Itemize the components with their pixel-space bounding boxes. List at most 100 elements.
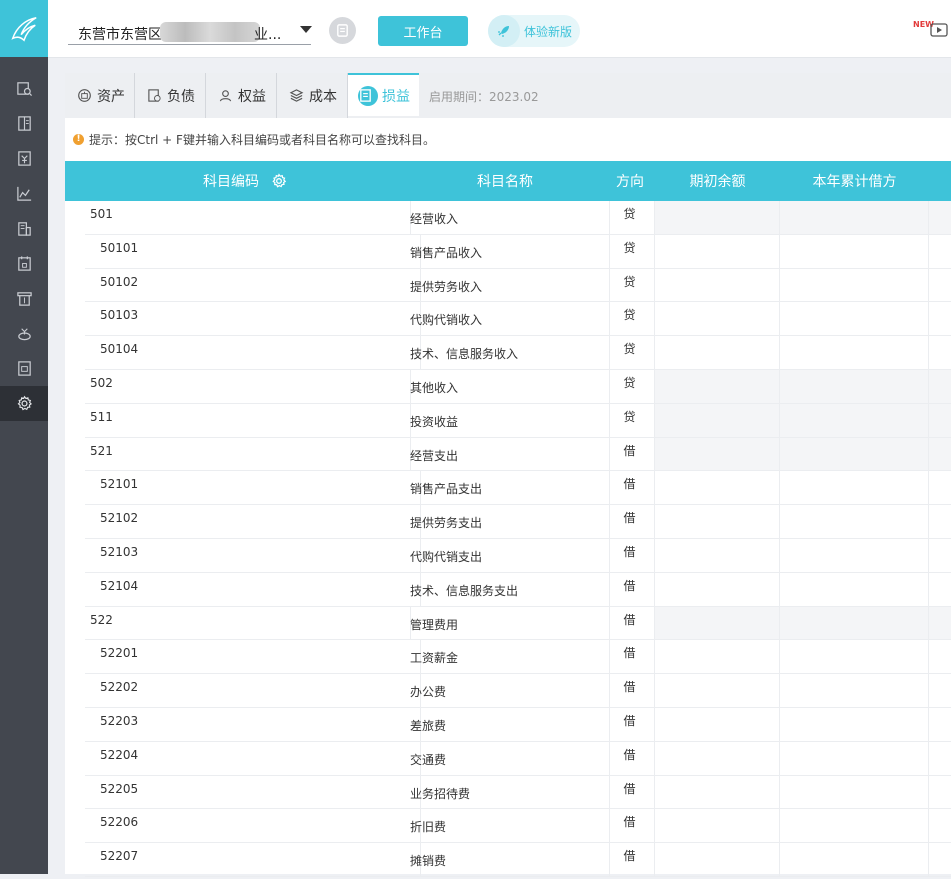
table-row[interactable]: 50103 代购代销收入贷	[85, 302, 951, 337]
ytd-debit-cell[interactable]	[780, 572, 929, 606]
video-tutorial-button[interactable]: NEW	[913, 20, 949, 40]
table-row[interactable]: 521 经营支出借	[85, 437, 951, 472]
ytd-debit-cell[interactable]	[780, 268, 929, 302]
ytd-credit-cell[interactable]	[929, 471, 951, 504]
ytd-credit-cell[interactable]	[929, 776, 951, 809]
sidebar-item-settings[interactable]	[0, 386, 48, 421]
tab-liability[interactable]: 负债	[135, 73, 206, 118]
ytd-credit-cell[interactable]	[929, 843, 951, 876]
ytd-debit-cell[interactable]	[780, 843, 929, 876]
opening-balance-cell[interactable]	[655, 302, 780, 336]
ytd-debit-cell[interactable]	[780, 809, 929, 843]
ytd-credit-cell[interactable]	[929, 269, 951, 302]
table-row[interactable]: 52102 提供劳务支出借	[85, 505, 951, 539]
opening-balance-cell[interactable]	[655, 268, 780, 302]
table-row[interactable]: 52103 代购代销支出借	[85, 538, 951, 573]
table-row[interactable]: 52206 折旧费借	[85, 809, 951, 844]
tab-asset[interactable]: 资产	[65, 73, 135, 118]
ytd-credit-cell[interactable]	[929, 201, 951, 234]
table-row[interactable]: 52202 办公费借	[85, 674, 951, 708]
table-row[interactable]: 501 经营收入贷	[85, 201, 951, 235]
opening-balance-cell[interactable]	[655, 640, 780, 674]
sidebar-item-accounts[interactable]	[0, 141, 48, 176]
column-settings-gear-icon[interactable]	[271, 173, 287, 189]
opening-balance-cell[interactable]	[655, 572, 780, 606]
ytd-debit-cell[interactable]	[780, 471, 929, 505]
ytd-credit-cell[interactable]	[929, 369, 951, 403]
opening-balance-cell[interactable]	[655, 369, 780, 403]
tab-profit-loss[interactable]: 损益	[348, 73, 419, 116]
opening-balance-cell[interactable]	[655, 809, 780, 843]
ytd-credit-cell[interactable]	[929, 437, 951, 471]
ytd-credit-cell[interactable]	[929, 674, 951, 707]
ytd-credit-cell[interactable]	[929, 505, 951, 538]
ytd-debit-cell[interactable]	[780, 505, 929, 538]
table-row[interactable]: 52207 摊销费借	[85, 843, 951, 877]
sidebar-item-checkout[interactable]	[0, 351, 48, 386]
ytd-credit-cell[interactable]	[929, 809, 951, 842]
sidebar-item-ledger[interactable]	[0, 106, 48, 141]
sidebar-item-reports[interactable]	[0, 176, 48, 211]
ytd-debit-cell[interactable]	[780, 775, 929, 809]
table-row[interactable]: 502 其他收入贷	[85, 369, 951, 404]
ytd-credit-cell[interactable]	[929, 336, 951, 369]
ytd-credit-cell[interactable]	[929, 403, 951, 437]
sidebar-item-voucher-query[interactable]	[0, 71, 48, 106]
ytd-credit-cell[interactable]	[929, 742, 951, 775]
workbench-button[interactable]: 工作台	[378, 16, 468, 46]
opening-balance-cell[interactable]	[655, 741, 780, 775]
ytd-credit-cell[interactable]	[929, 573, 951, 606]
tab-cost[interactable]: 成本	[277, 73, 348, 118]
opening-balance-cell[interactable]	[655, 471, 780, 505]
ytd-credit-cell[interactable]	[929, 235, 951, 268]
ytd-debit-cell[interactable]	[780, 369, 929, 403]
sidebar-item-assets[interactable]	[0, 211, 48, 246]
table-row[interactable]: 52101 销售产品支出借	[85, 471, 951, 506]
opening-balance-cell[interactable]	[655, 707, 780, 741]
table-row[interactable]: 50104 技术、信息服务收入贷	[85, 336, 951, 370]
ytd-debit-cell[interactable]	[780, 437, 929, 471]
opening-balance-cell[interactable]	[655, 336, 780, 369]
opening-balance-cell[interactable]	[655, 201, 780, 234]
opening-balance-cell[interactable]	[655, 606, 780, 640]
table-row[interactable]: 50101 销售产品收入贷	[85, 234, 951, 269]
ytd-debit-cell[interactable]	[780, 336, 929, 369]
ytd-debit-cell[interactable]	[780, 707, 929, 741]
company-selector[interactable]: 东营市东营区 业...	[68, 18, 312, 45]
ytd-debit-cell[interactable]	[780, 234, 929, 268]
table-row[interactable]: 52201 工资薪金借	[85, 640, 951, 675]
opening-balance-cell[interactable]	[655, 775, 780, 809]
table-row[interactable]: 522 管理费用借	[85, 606, 951, 641]
opening-balance-cell[interactable]	[655, 538, 780, 572]
opening-balance-cell[interactable]	[655, 843, 780, 876]
opening-balance-cell[interactable]	[655, 437, 780, 471]
ytd-debit-cell[interactable]	[780, 741, 929, 775]
sidebar-item-period[interactable]	[0, 246, 48, 281]
sidebar-item-invoice[interactable]	[0, 281, 48, 316]
opening-balance-cell[interactable]	[655, 403, 780, 437]
tab-equity[interactable]: 权益	[206, 73, 277, 118]
opening-balance-cell[interactable]	[655, 234, 780, 268]
table-row[interactable]: 52104 技术、信息服务支出借	[85, 572, 951, 607]
table-row[interactable]: 52205 业务招待费借	[85, 775, 951, 810]
opening-balance-cell[interactable]	[655, 505, 780, 538]
app-logo[interactable]	[0, 0, 48, 57]
ytd-credit-cell[interactable]	[929, 539, 951, 572]
ytd-debit-cell[interactable]	[780, 674, 929, 707]
ytd-debit-cell[interactable]	[780, 606, 929, 640]
ytd-debit-cell[interactable]	[780, 403, 929, 437]
ytd-credit-cell[interactable]	[929, 640, 951, 673]
table-row[interactable]: 50102 提供劳务收入贷	[85, 268, 951, 303]
ytd-credit-cell[interactable]	[929, 708, 951, 741]
try-new-version-button[interactable]: 体验新版	[488, 15, 580, 47]
ytd-debit-cell[interactable]	[780, 302, 929, 336]
ytd-debit-cell[interactable]	[780, 201, 929, 234]
table-row[interactable]: 511 投资收益贷	[85, 403, 951, 438]
ytd-credit-cell[interactable]	[929, 606, 951, 640]
ytd-debit-cell[interactable]	[780, 538, 929, 572]
ytd-credit-cell[interactable]	[929, 302, 951, 335]
sidebar-item-cash[interactable]	[0, 316, 48, 351]
table-row[interactable]: 52203 差旅费借	[85, 707, 951, 742]
opening-balance-cell[interactable]	[655, 674, 780, 707]
notepad-button[interactable]	[329, 17, 356, 44]
